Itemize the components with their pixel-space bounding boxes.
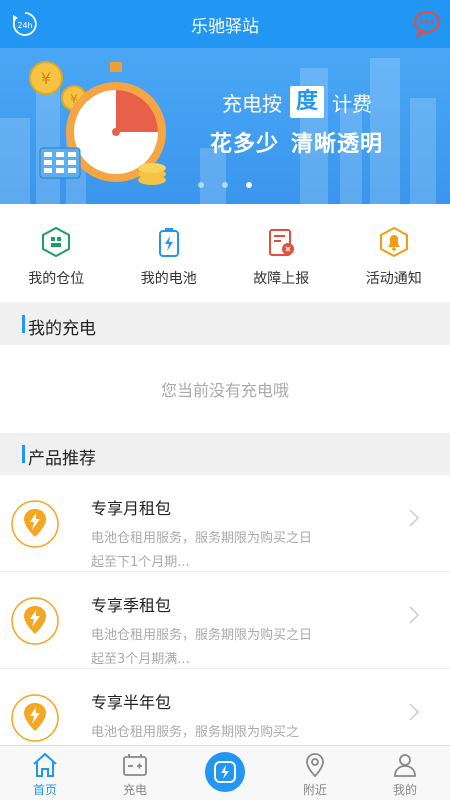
section-title: 产品推荐 xyxy=(28,449,96,469)
tab-label: 充电 xyxy=(122,783,147,797)
banner-line-2: 花多少 清晰透明 xyxy=(210,126,383,158)
carousel-dots xyxy=(0,182,450,188)
quick-action-my-battery[interactable]: 我的电池 xyxy=(113,204,226,302)
quick-action-activity-notice[interactable]: 活动通知 xyxy=(338,204,450,302)
carousel-dot[interactable] xyxy=(222,182,228,188)
section-accent-bar xyxy=(22,315,25,333)
banner-slogan-b: 清晰透明 xyxy=(291,132,384,157)
chat-bubble-icon[interactable] xyxy=(412,9,442,39)
quick-action-fault-report[interactable]: 故障上报 xyxy=(225,204,338,302)
product-item-monthly[interactable]: 专享月租包 电池仓租用服务，服务期限为购买之日起至下1个月期... xyxy=(0,475,450,572)
tab-label: 我的 xyxy=(392,783,417,797)
quick-actions: 我的仓位 我的电池 故障上报 活动通知 xyxy=(0,204,450,302)
section-title: 我的充电 xyxy=(28,319,96,339)
chevron-right-icon xyxy=(409,606,420,624)
center-action-button[interactable] xyxy=(205,752,245,792)
carousel-dot[interactable] xyxy=(198,182,204,188)
location-pin-icon xyxy=(306,753,324,778)
product-name: 专享半年包 xyxy=(91,693,172,712)
quick-action-label: 活动通知 xyxy=(365,271,422,287)
product-name: 专享季租包 xyxy=(91,596,172,615)
svg-text:¥: ¥ xyxy=(41,69,51,88)
tab-home[interactable]: 首页 xyxy=(0,746,90,800)
report-icon xyxy=(269,229,295,256)
lightning-icon xyxy=(214,761,236,783)
tab-label: 附近 xyxy=(302,783,327,797)
app-header: 24h 乐驰驿站 xyxy=(0,0,450,48)
tab-scan-charge[interactable] xyxy=(180,746,270,800)
product-desc: 电池仓租用服务，服务期限为购买之 xyxy=(91,725,300,740)
empty-state-text: 您当前没有充电哦 xyxy=(160,381,289,400)
chevron-right-icon xyxy=(409,703,420,721)
quick-action-label: 我的电池 xyxy=(140,271,197,287)
quick-action-my-locker[interactable]: 我的仓位 xyxy=(0,204,113,302)
section-accent-bar xyxy=(22,445,25,463)
chevron-right-icon xyxy=(409,509,420,527)
battery-icon xyxy=(158,228,179,257)
bottom-tab-bar: 首页 充电 附近 我的 xyxy=(0,745,450,800)
section-header-recommend: 产品推荐 xyxy=(0,433,450,475)
product-desc: 电池仓租用服务，服务期限为购买之日起至下1个月期... xyxy=(91,531,313,570)
carousel-dot-active[interactable] xyxy=(246,182,252,188)
section-header-my-charging: 我的充电 xyxy=(0,303,450,345)
banner-text-pre: 充电按 xyxy=(222,91,282,116)
lightning-pin-icon xyxy=(11,500,59,548)
tab-label: 首页 xyxy=(32,783,57,797)
lightning-pin-icon xyxy=(11,597,59,645)
product-name: 专享月租包 xyxy=(91,499,172,518)
home-icon xyxy=(33,752,57,777)
user-icon xyxy=(394,754,416,777)
banner-slogan-a: 花多少 xyxy=(210,132,280,157)
tab-charge[interactable]: 充电 xyxy=(90,746,180,800)
bell-icon xyxy=(379,226,408,258)
banner-text-highlight: 度 xyxy=(290,86,325,118)
banner-line-1: 充电按 度 计费 xyxy=(222,86,372,118)
product-item-quarterly[interactable]: 专享季租包 电池仓租用服务，服务期限为购买之日起至3个月期满... xyxy=(0,572,450,669)
page-title: 乐驰驿站 xyxy=(191,17,259,37)
product-desc: 电池仓租用服务，服务期限为购买之日起至3个月期满... xyxy=(91,628,313,667)
charging-empty-state: 您当前没有充电哦 xyxy=(0,345,450,433)
stopwatch-coins-illustration: ¥ ¥ xyxy=(29,61,166,185)
locker-icon xyxy=(42,226,71,258)
tab-mine[interactable]: 我的 xyxy=(360,746,450,800)
quick-action-label: 故障上报 xyxy=(253,271,310,287)
promo-banner[interactable]: ¥ ¥ 充电按 度 计费 花多少 清晰透明 xyxy=(0,48,450,204)
battery-charge-icon xyxy=(123,754,147,776)
lightning-pin-icon xyxy=(11,694,59,742)
banner-text-post: 计费 xyxy=(332,91,373,116)
quick-action-label: 我的仓位 xyxy=(28,271,85,287)
tab-nearby[interactable]: 附近 xyxy=(270,746,360,800)
